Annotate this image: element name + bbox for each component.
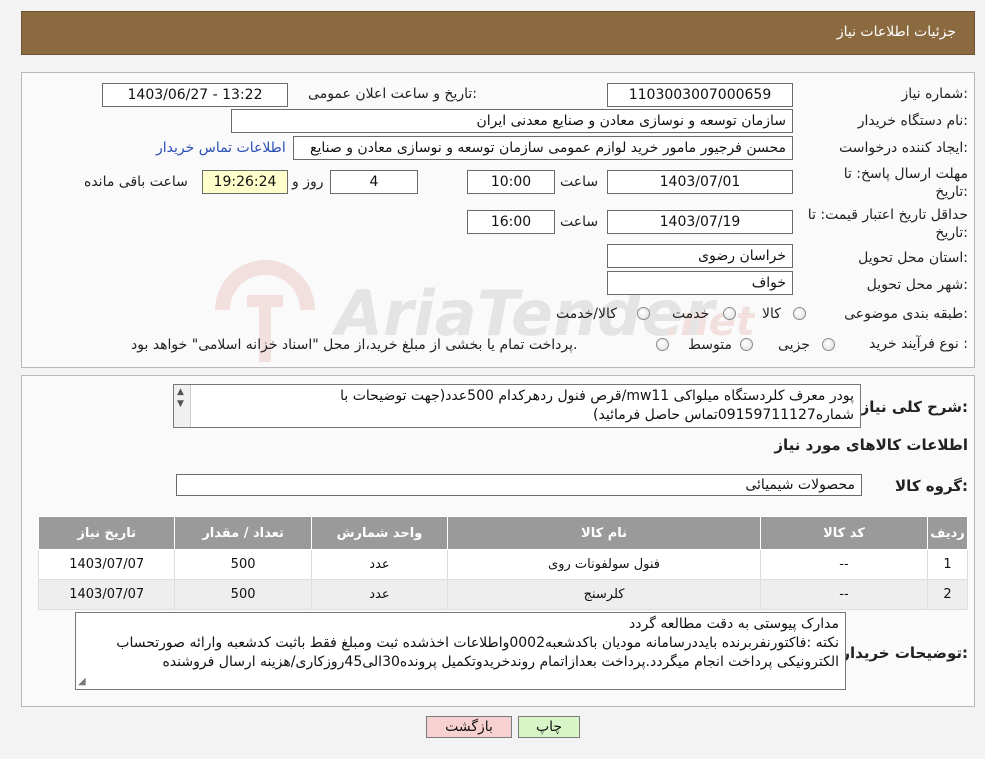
table-row[interactable]: 2 -- کلرسنج عدد 500 1403/07/07 [37,579,968,610]
summary-label: شرح کلی نیاز: [860,398,968,416]
process-medium-radio[interactable] [740,338,753,351]
page-title: جزئیات اطلاعات نیاز [836,24,956,40]
summary-scrollbar[interactable]: ▲ ▼ [174,385,191,427]
row-number: 2 [927,579,968,610]
col-unit-header: واحد شمارش [310,516,449,550]
col-quantity-header: تعداد / مقدار [174,516,312,550]
scroll-up-icon[interactable]: ▲ [177,387,184,397]
buyer-notes-line-1: مدارک پیوستی به دقت مطالعه گردد [629,616,839,632]
validity-label-line1: حداقل تاریخ اعتبار قیمت: تا [807,207,968,223]
buyer-notes-line-3: الکترونیکی پرداخت انجام میگردد.پرداخت بع… [162,654,840,670]
remaining-time-field: 19:26:24 [202,170,288,194]
item-unit: عدد [310,579,449,610]
col-date-header: تاریخ نیاز [37,516,176,550]
col-code-header: کد کالا [759,516,929,550]
city-label: شهر محل تحویل: [866,277,968,293]
process-note: پرداخت تمام یا بخشی از مبلغ خرید،از محل … [131,337,578,353]
item-name: فنول سولفونات روی [447,549,761,580]
validity-time-field: 16:00 [467,210,555,234]
page-header: جزئیات اطلاعات نیاز [21,11,975,55]
buyer-notes-line-2: نکته :فاکتورنفربرنده بایددرسامانه مودیان… [116,635,839,651]
validity-label: حداقل تاریخ اعتبار قیمت: تا تاریخ: [808,206,968,242]
city-field: خواف [607,271,793,295]
items-table: ردیف کد کالا نام کالا واحد شمارش تعداد /… [37,516,968,610]
item-need-date: 1403/07/07 [37,549,176,580]
validity-label-line2: تاریخ: [935,225,968,241]
province-field: خراسان رضوی [607,244,793,268]
deadline-date-field: 1403/07/01 [607,170,793,194]
creator-field: محسن فرجیور مامور خرید لوازم عمومی سازما… [293,136,793,160]
creator-label: ایجاد کننده درخواست: [839,140,968,156]
item-code: -- [759,549,929,580]
deadline-time-field: 10:00 [467,170,555,194]
summary-textarea[interactable]: پودر معرف کلردستگاه میلواکی mw11/قرص فنو… [173,384,861,428]
goods-group-label: گروه کالا: [895,477,968,495]
treasury-payment-checkbox[interactable] [656,338,669,351]
print-button[interactable]: چاپ [518,716,580,738]
province-label: استان محل تحویل: [858,250,968,266]
need-number-field: 1103003007000659 [607,83,793,107]
announce-label: تاریخ و ساعت اعلان عمومی: [308,86,477,102]
summary-line-2: شماره09159711127تماس حاصل فرمائید) [593,407,854,423]
process-minor-radio[interactable] [822,338,835,351]
buyer-notes-label: توضیحات خریدار: [841,644,968,662]
deadline-label-line2: تاریخ: [935,184,968,200]
goods-section-title: اطلاعات کالاهای مورد نیاز [774,436,968,454]
category-goods-label: کالا [762,306,781,322]
item-need-date: 1403/07/07 [37,579,176,610]
validity-date-field: 1403/07/19 [607,210,793,234]
buyer-org-field: سازمان توسعه و نوسازی معادن و صنایع معدن… [231,109,793,133]
buyer-org-label: نام دستگاه خریدار: [857,113,968,129]
category-goods-service-radio[interactable] [637,307,650,320]
deadline-hour-label: ساعت [560,174,599,190]
scroll-down-icon[interactable]: ▼ [177,399,184,409]
validity-hour-label: ساعت [560,214,599,230]
col-row-header: ردیف [927,516,968,550]
process-label: نوع فرآیند خرید : [869,336,968,352]
item-code: -- [759,579,929,610]
resize-grip-icon[interactable]: ◢ [78,676,86,687]
buyer-contact-link[interactable]: اطلاعات تماس خریدار [156,140,286,156]
category-service-label: خدمت [672,306,710,322]
category-goods-service-label: کالا/خدمت [556,306,617,322]
category-goods-radio[interactable] [793,307,806,320]
row-number: 1 [927,549,968,580]
table-header-row: ردیف کد کالا نام کالا واحد شمارش تعداد /… [37,516,968,550]
deadline-label: مهلت ارسال پاسخ: تا تاریخ: [844,165,968,201]
items-table-wrapper: ردیف کد کالا نام کالا واحد شمارش تعداد /… [37,516,968,610]
need-number-label: شماره نیاز: [901,86,968,102]
table-row[interactable]: 1 -- فنول سولفونات روی عدد 500 1403/07/0… [37,549,968,580]
back-button[interactable]: بازگشت [426,716,512,738]
item-name: کلرسنج [447,579,761,610]
days-label: روز و [292,174,324,190]
remaining-time-label: ساعت باقی مانده [84,174,188,190]
category-label: طبقه بندی موضوعی: [844,306,968,322]
process-medium-label: متوسط [688,337,732,353]
col-name-header: نام کالا [447,516,761,550]
summary-line-1: پودر معرف کلردستگاه میلواکی mw11/قرص فنو… [340,388,854,404]
process-minor-label: جزیی [778,337,810,353]
announce-field: 1403/06/27 - 13:22 [102,83,288,107]
buyer-notes-textarea[interactable]: مدارک پیوستی به دقت مطالعه گردد نکته :فا… [75,612,846,690]
goods-group-field: محصولات شیمیائی [176,474,862,496]
days-remaining-field: 4 [330,170,418,194]
category-service-radio[interactable] [723,307,736,320]
item-unit: عدد [310,549,449,580]
deadline-label-line1: مهلت ارسال پاسخ: تا [843,166,968,182]
item-quantity: 500 [174,579,312,610]
item-quantity: 500 [174,549,312,580]
